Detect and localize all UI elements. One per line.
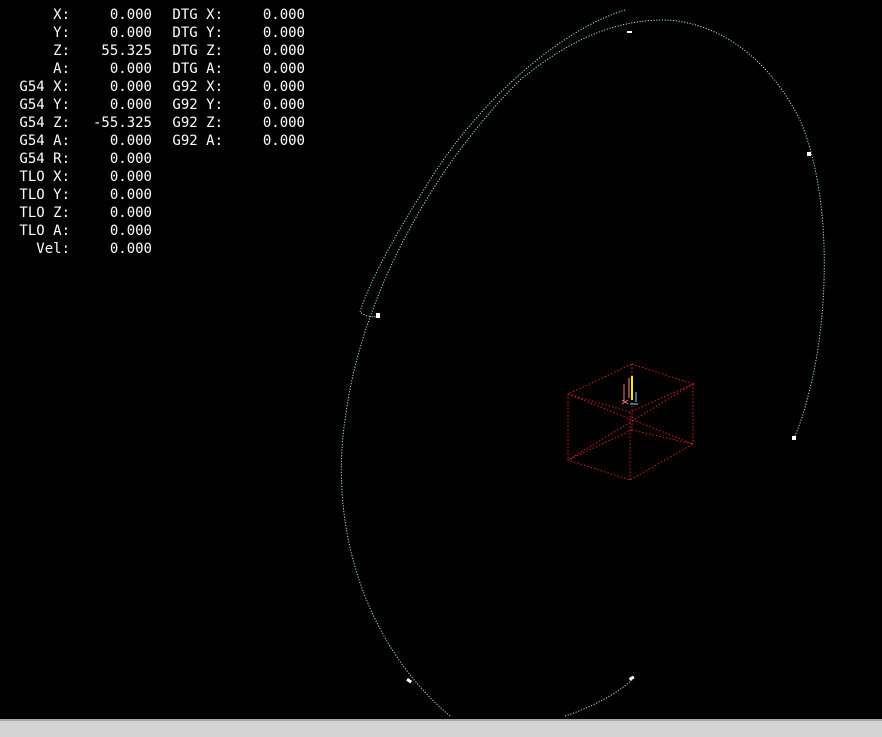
dro-secondary-label: G92 X: (172, 79, 223, 95)
dro-axis-value: 0.000 (109, 61, 152, 77)
dro-secondary-value: 0.000 (262, 133, 305, 149)
dro-secondary-label: DTG Z: (172, 43, 223, 59)
dro-axis-label: TLO Z: (19, 205, 70, 221)
dro-axis-value: 0.000 (109, 151, 152, 167)
path-marker (807, 152, 811, 156)
dro-axis-value: 0.000 (109, 97, 152, 113)
path-marker (406, 678, 413, 684)
path-marker (627, 31, 632, 33)
dro-axis-value: 55.325 (101, 43, 152, 59)
dro-axis-value: 0.000 (109, 241, 152, 257)
dro-axis-value: 0.000 (109, 25, 152, 41)
dro-axis-label: G54 Z: (19, 115, 70, 131)
dro-axis-value: 0.000 (109, 169, 152, 185)
dro-secondary-label: DTG X: (172, 7, 223, 23)
dro-axis-label: X: (53, 7, 70, 23)
dro-secondary-value: 0.000 (262, 97, 305, 113)
dro-axis-label: G54 R: (19, 151, 70, 167)
dro-axis-label: G54 X: (19, 79, 70, 95)
dro-secondary-value: 0.000 (262, 79, 305, 95)
dro-axis-label: TLO Y: (19, 187, 70, 203)
dro-secondary-label: G92 Z: (172, 115, 223, 131)
dro-axis-label: A: (53, 61, 70, 77)
dro-axis-value: 0.000 (109, 133, 152, 149)
dro-axis-value: 0.000 (109, 7, 152, 23)
toolpath-arc-main (340, 19, 825, 717)
dro-axis-value: 0.000 (109, 205, 152, 221)
toolpath-arc-return (359, 9, 626, 318)
dro-axis-value: 0.000 (109, 223, 152, 239)
dro-axis-label: Vel: (36, 241, 70, 257)
dro-secondary-value: 0.000 (262, 25, 305, 41)
tool-marker-icon (628, 376, 637, 402)
dro-axis-label: Y: (53, 25, 70, 41)
path-marker (792, 436, 796, 440)
dro-axis-value: 0.000 (109, 79, 152, 95)
dro-axis-value: 0.000 (109, 187, 152, 203)
path-markers (376, 31, 811, 684)
dro-axis-label: G54 A: (19, 133, 70, 149)
dro-secondary-value: 0.000 (262, 61, 305, 77)
toolpath-arc-bottom (564, 679, 633, 717)
dro-axis-label: G54 Y: (19, 97, 70, 113)
dro-axis-label: TLO A: (19, 223, 70, 239)
dro-secondary-value: 0.000 (262, 7, 305, 23)
dro-axis-label: TLO X: (19, 169, 70, 185)
dro-secondary-label: G92 A: (172, 133, 223, 149)
dro-secondary-label: DTG Y: (172, 25, 223, 41)
dro-axis-value: -55.325 (92, 115, 152, 131)
dro-secondary-value: 0.000 (262, 43, 305, 59)
preview-3d-viewport[interactable]: X: 0.000 DTG X: 0.000 Y: 0.000 DTG Y: 0.000 Z: 55… (0, 0, 882, 719)
horizontal-scrollbar[interactable] (0, 719, 882, 737)
machine-extents-box (566, 363, 695, 481)
path-marker (376, 313, 380, 318)
dro-secondary-label: G92 Y: (172, 97, 223, 113)
dro-secondary-value: 0.000 (262, 115, 305, 131)
dro-secondary-label: DTG A: (172, 61, 223, 77)
dro-axis-label: Z: (53, 43, 70, 59)
